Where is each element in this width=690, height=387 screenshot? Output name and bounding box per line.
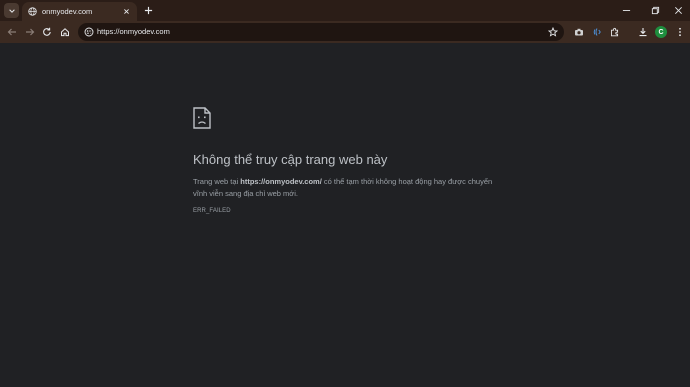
tab-strip: onmyodev.com: [0, 0, 690, 21]
wireless-extension-button[interactable]: [590, 25, 604, 39]
wireless-icon: [593, 28, 601, 36]
arrow-left-icon: [7, 28, 16, 36]
tab-active[interactable]: onmyodev.com: [22, 2, 137, 21]
profile-avatar[interactable]: C: [655, 26, 667, 38]
back-button[interactable]: [5, 25, 19, 39]
home-icon: [61, 28, 69, 37]
toolbar: https://onmyodev.com C: [0, 21, 690, 43]
downloads-button[interactable]: [636, 25, 650, 39]
url-text[interactable]: https://onmyodev.com: [97, 27, 170, 36]
restore-icon: [651, 6, 659, 14]
reload-button[interactable]: [40, 25, 54, 39]
refresh-icon: [43, 27, 51, 36]
sad-page-icon: [193, 107, 211, 129]
forward-button[interactable]: [23, 25, 37, 39]
close-window-button[interactable]: [672, 4, 684, 16]
bookmark-star-icon[interactable]: [547, 26, 559, 38]
puzzle-icon: [611, 27, 619, 37]
error-title: Không thể truy cập trang web này: [193, 152, 388, 167]
address-bar[interactable]: https://onmyodev.com: [78, 23, 564, 41]
profile-initial: C: [658, 28, 664, 36]
kebab-menu-icon: [679, 27, 681, 37]
tab-title: onmyodev.com: [42, 7, 93, 16]
error-desc-prefix: Trang web tại: [193, 177, 241, 186]
home-button[interactable]: [58, 25, 72, 39]
close-icon: [674, 6, 682, 14]
error-description: Trang web tại https://onmyodev.com/ có t…: [193, 176, 493, 200]
maximize-button[interactable]: [649, 4, 661, 16]
arrow-right-icon: [26, 28, 35, 36]
minimize-button[interactable]: [620, 4, 632, 16]
chevron-down-icon: [8, 8, 15, 13]
tab-search-button[interactable]: [4, 3, 19, 18]
site-info-icon[interactable]: [83, 26, 95, 38]
globe-icon: [28, 7, 37, 16]
browser-menu-button[interactable]: [673, 25, 687, 39]
new-tab-button[interactable]: [142, 4, 154, 16]
camera-icon: [575, 28, 583, 36]
error-desc-url: https://onmyodev.com/: [240, 177, 322, 186]
minimize-icon: [622, 9, 630, 11]
tab-close-icon[interactable]: [121, 7, 131, 17]
download-icon: [639, 28, 647, 37]
camera-extension-button[interactable]: [572, 25, 586, 39]
plus-icon: [144, 6, 152, 14]
error-code: ERR_FAILED: [193, 208, 231, 214]
extensions-button[interactable]: [608, 25, 622, 39]
